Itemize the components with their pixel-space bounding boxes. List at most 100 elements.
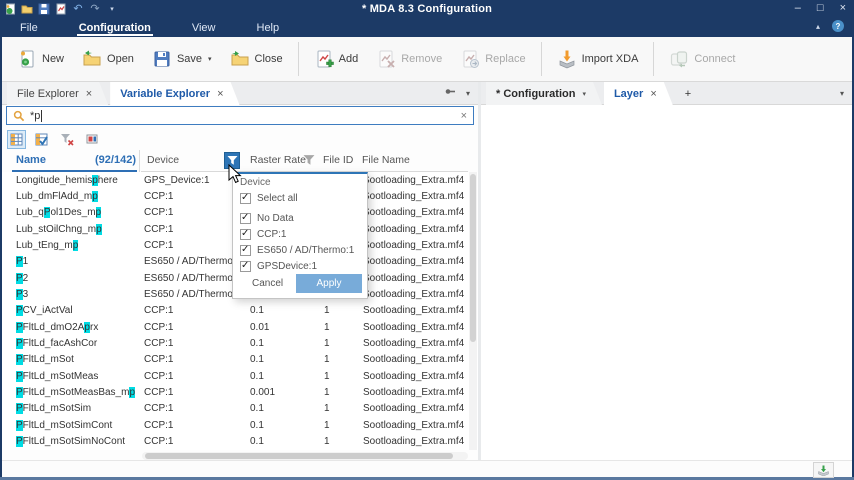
help-icon[interactable]: ? — [832, 20, 844, 32]
raster-rate-filter-icon[interactable] — [303, 154, 315, 169]
minimize-button[interactable]: – — [795, 1, 801, 16]
show-selected-variables-icon[interactable] — [32, 130, 51, 149]
device-cell: CCP:1 — [139, 322, 248, 333]
checkbox-checked[interactable]: ✓ — [240, 261, 251, 272]
open-folder-icon — [82, 49, 102, 69]
menu-configuration[interactable]: Configuration — [77, 21, 153, 36]
search-icon — [13, 110, 25, 122]
scrollbar-thumb[interactable] — [470, 174, 476, 342]
status-bar — [0, 460, 854, 477]
menu-help[interactable]: Help — [255, 21, 282, 36]
scrollbar-thumb[interactable] — [145, 453, 453, 459]
clear-search-icon[interactable]: × — [461, 110, 467, 122]
file-id-cell: 1 — [322, 322, 362, 333]
variable-name: PCV_iActVal — [2, 305, 139, 316]
table-row[interactable]: PFltLd_mSotMeasCCP:10.11Sootloading_Extr… — [2, 368, 478, 384]
checkbox-checked[interactable]: ✓ — [240, 193, 251, 204]
filter-option[interactable]: ✓CCP:1 — [240, 227, 367, 241]
toolbar-separator — [298, 42, 299, 76]
layer-panel: * Configuration ▾ Layer × + ▾ — [481, 82, 852, 460]
new-button[interactable]: New — [8, 45, 73, 73]
checkbox-checked[interactable]: ✓ — [240, 245, 251, 256]
new-button-label: New — [42, 53, 64, 65]
check-icon: ✓ — [241, 228, 249, 239]
raster-rate-cell: 0.1 — [248, 354, 322, 365]
save-button[interactable]: Save ▾ — [143, 45, 221, 73]
save-dropdown-icon[interactable]: ▾ — [208, 55, 212, 63]
panel-dropdown-icon[interactable]: ▾ — [466, 89, 470, 98]
file-id-cell: 1 — [322, 354, 362, 365]
variable-name: PFltLd_mSot — [2, 354, 139, 365]
file-name-cell: Sootloading_Extra.mf4 — [362, 289, 478, 300]
import-xda-button[interactable]: Import XDA — [548, 45, 648, 73]
menu-view[interactable]: View — [190, 21, 218, 36]
report-icon[interactable] — [82, 130, 101, 149]
device-filter-popup: Device ✓Select all✓No Data✓CCP:1✓ES650 /… — [232, 172, 368, 299]
file-id-cell: 1 — [322, 387, 362, 398]
raster-rate-column-header[interactable]: Raster Rate — [250, 154, 306, 166]
menu-file[interactable]: File — [18, 21, 40, 36]
check-icon: ✓ — [241, 244, 249, 255]
raster-rate-cell: 0.1 — [248, 305, 322, 316]
horizontal-scrollbar[interactable] — [142, 452, 468, 460]
raster-rate-cell: 0.001 — [248, 387, 322, 398]
file-name-column-header[interactable]: File Name — [362, 154, 410, 166]
replace-button[interactable]: Replace — [451, 45, 534, 73]
maximize-button[interactable]: □ — [817, 1, 824, 16]
variable-name: PFltLd_mSotMeasBas_mp — [2, 387, 139, 398]
close-config-button[interactable]: Close — [221, 45, 292, 73]
filter-option[interactable]: ✓GPSDevice:1 — [240, 259, 367, 273]
table-row[interactable]: PFltLd_mSotSimContCCP:10.11Sootloading_E… — [2, 417, 478, 433]
table-row[interactable]: PFltLd_mSotMeasBas_mpCCP:10.0011Sootload… — [2, 384, 478, 400]
collapse-ribbon-icon[interactable]: ▴ — [816, 22, 820, 31]
open-button[interactable]: Open — [73, 45, 143, 73]
variable-name: PFltLd_facAshCor — [2, 338, 139, 349]
vertical-scrollbar[interactable] — [469, 172, 477, 450]
add-button[interactable]: Add — [305, 45, 368, 73]
import-status-button[interactable] — [813, 462, 834, 478]
close-tab-icon[interactable]: × — [217, 88, 223, 100]
checkbox-checked[interactable]: ✓ — [240, 213, 251, 224]
left-tab-bar: File Explorer × Variable Explorer × ▾ — [2, 82, 478, 105]
close-tab-icon[interactable]: × — [650, 88, 656, 100]
tab-dropdown-icon[interactable]: ▾ — [582, 90, 586, 98]
device-cell: CCP:1 — [139, 305, 248, 316]
cancel-button[interactable]: Cancel — [240, 274, 295, 293]
remove-button[interactable]: Remove — [367, 45, 451, 73]
name-column-header[interactable]: Name — [16, 154, 46, 166]
filter-option[interactable]: ✓ES650 / AD/Thermo:1 — [240, 243, 367, 257]
import-xda-label: Import XDA — [582, 53, 639, 65]
file-name-cell: Sootloading_Extra.mf4 — [362, 371, 478, 382]
show-all-variables-icon[interactable] — [7, 130, 26, 149]
table-row[interactable]: PFltLd_mSotCCP:10.11Sootloading_Extra.mf… — [2, 352, 478, 368]
filter-option[interactable]: ✓Select all — [240, 191, 367, 205]
close-button[interactable]: × — [840, 1, 846, 16]
close-tab-icon[interactable]: × — [86, 88, 92, 100]
check-icon: ✓ — [241, 260, 249, 271]
table-row[interactable]: PFltLd_dmO2AprxCCP:10.011Sootloading_Ext… — [2, 319, 478, 335]
checkbox-checked[interactable]: ✓ — [240, 229, 251, 240]
file-name-cell: Sootloading_Extra.mf4 — [362, 322, 478, 333]
table-row[interactable]: PFltLd_mSotSimNoContCCP:10.11Sootloading… — [2, 434, 478, 450]
table-row[interactable]: PCV_iActValCCP:10.11Sootloading_Extra.mf… — [2, 303, 478, 319]
tab-layer[interactable]: Layer × — [604, 82, 673, 105]
apply-button[interactable]: Apply — [296, 274, 362, 293]
table-row[interactable]: PFltLd_facAshCorCCP:10.11Sootloading_Ext… — [2, 335, 478, 351]
panel-dropdown-icon[interactable]: ▾ — [840, 89, 844, 98]
clear-filter-icon[interactable] — [57, 130, 76, 149]
device-column-header[interactable]: Device — [147, 154, 179, 166]
toolbar-separator — [541, 42, 542, 76]
tab-variable-explorer[interactable]: Variable Explorer × — [110, 82, 239, 105]
file-name-cell: Sootloading_Extra.mf4 — [362, 191, 478, 202]
table-row[interactable]: PFltLd_mSotSimCCP:10.11Sootloading_Extra… — [2, 401, 478, 417]
file-name-cell: Sootloading_Extra.mf4 — [362, 338, 478, 349]
connect-button[interactable]: Connect — [660, 45, 744, 73]
tab-configuration[interactable]: * Configuration ▾ — [486, 82, 602, 105]
variable-name: P3 — [2, 289, 139, 300]
add-tab-button[interactable]: + — [675, 82, 701, 105]
pin-icon[interactable] — [444, 84, 456, 102]
search-input[interactable]: *p × — [6, 106, 474, 125]
filter-option[interactable]: ✓No Data — [240, 211, 367, 225]
file-id-column-header[interactable]: File ID — [323, 154, 353, 166]
tab-file-explorer[interactable]: File Explorer × — [7, 82, 108, 105]
